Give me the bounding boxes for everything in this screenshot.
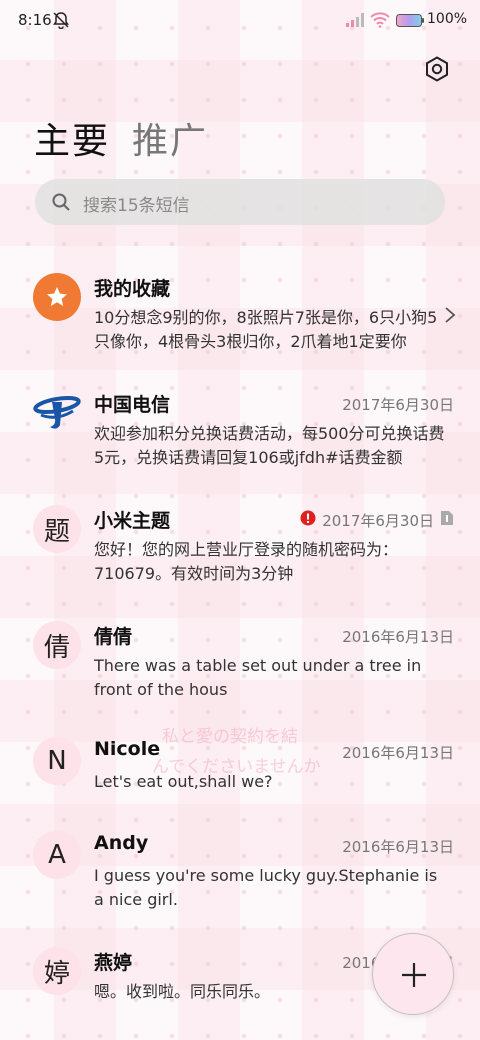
status-time: 8:16: [18, 11, 52, 29]
message-preview: 欢迎参加积分兑换话费活动，每500分可兑换话费5元，兑换话费请回复106或jfd…: [94, 424, 445, 467]
notifications-muted-icon: [53, 12, 69, 29]
message-preview: 您好！您的网上营业厅登录的随机密码为：710679。有效时间为3分钟: [94, 540, 399, 583]
message-date: 2017年6月30日: [322, 512, 434, 530]
search-placeholder: 搜索15条短信: [83, 196, 190, 216]
avatar: A: [33, 831, 81, 879]
avatar: N: [33, 737, 81, 785]
message-item-xiaomi-theme[interactable]: 题 小米主题 2017年6月30日 您好！您的网上营业厅登录的随机密码为：710…: [0, 494, 480, 604]
message-item-china-telecom[interactable]: 中国电信 2017年6月30日 欢迎参加积分兑换话费活动，每500分可兑换话费5…: [0, 378, 480, 488]
sender-name: 倩倩: [94, 626, 133, 648]
message-preview: There was a table set out under a tree i…: [94, 656, 422, 699]
watermark-line: んでくださいませんか: [152, 757, 321, 777]
wallpaper-watermark: 私と愛の契約を結 んでくださいませんか: [152, 722, 321, 782]
watermark-line: 私と愛の契約を結: [162, 727, 298, 747]
avatar: 婷: [33, 947, 81, 995]
message-item-andy[interactable]: A Andy 2016年6月13日 I guess you're some lu…: [0, 820, 480, 930]
battery-percentage: 100%: [427, 11, 468, 27]
message-preview: I guess you're some lucky guy.Stephanie …: [94, 866, 438, 909]
message-item-qianqian[interactable]: 倩 倩倩 2016年6月13日 There was a table set ou…: [0, 610, 480, 720]
message-item-favorites[interactable]: 我的收藏 10分想念9别的你，8张照片7张是你，6只小狗5只像你，4根骨头3根归…: [0, 262, 480, 372]
status-bar: 8:16 100%: [0, 0, 480, 42]
message-date: 2016年6月13日: [342, 838, 454, 856]
battery-icon: [396, 14, 424, 27]
search-icon: [52, 193, 70, 211]
avatar: 倩: [33, 621, 81, 669]
star-icon: [47, 287, 67, 306]
chevron-right-icon: [445, 307, 456, 323]
sim-card-icon: [441, 511, 453, 525]
signal-icon: [346, 13, 364, 27]
sender-name: Nicole: [94, 738, 161, 760]
sender-name: 燕婷: [94, 952, 133, 974]
send-failed-icon: [300, 510, 316, 526]
search-bar[interactable]: 搜索15条短信: [35, 179, 445, 225]
sender-name: 小米主题: [94, 510, 171, 532]
message-date: 2017年6月30日: [342, 396, 454, 414]
wifi-icon: [370, 12, 390, 28]
favorites-avatar: [33, 273, 81, 321]
message-date: 2016年6月13日: [342, 744, 454, 762]
tab-primary[interactable]: 主要: [34, 112, 110, 164]
avatar: 题: [33, 505, 81, 553]
china-telecom-logo-icon: [33, 395, 81, 429]
message-preview: 10分想念9别的你，8张照片7张是你，6只小狗5只像你，4根骨头3根归你，2爪着…: [94, 308, 438, 351]
settings-icon[interactable]: [424, 56, 450, 82]
sender-name: 中国电信: [94, 394, 171, 416]
compose-button[interactable]: [372, 933, 454, 1015]
plus-icon: [402, 963, 426, 987]
sender-name: Andy: [94, 832, 149, 854]
message-date: 2016年6月13日: [342, 628, 454, 646]
china-telecom-avatar: [33, 389, 81, 437]
sender-name: 我的收藏: [94, 278, 171, 300]
tab-promotions[interactable]: 推广: [132, 112, 208, 164]
